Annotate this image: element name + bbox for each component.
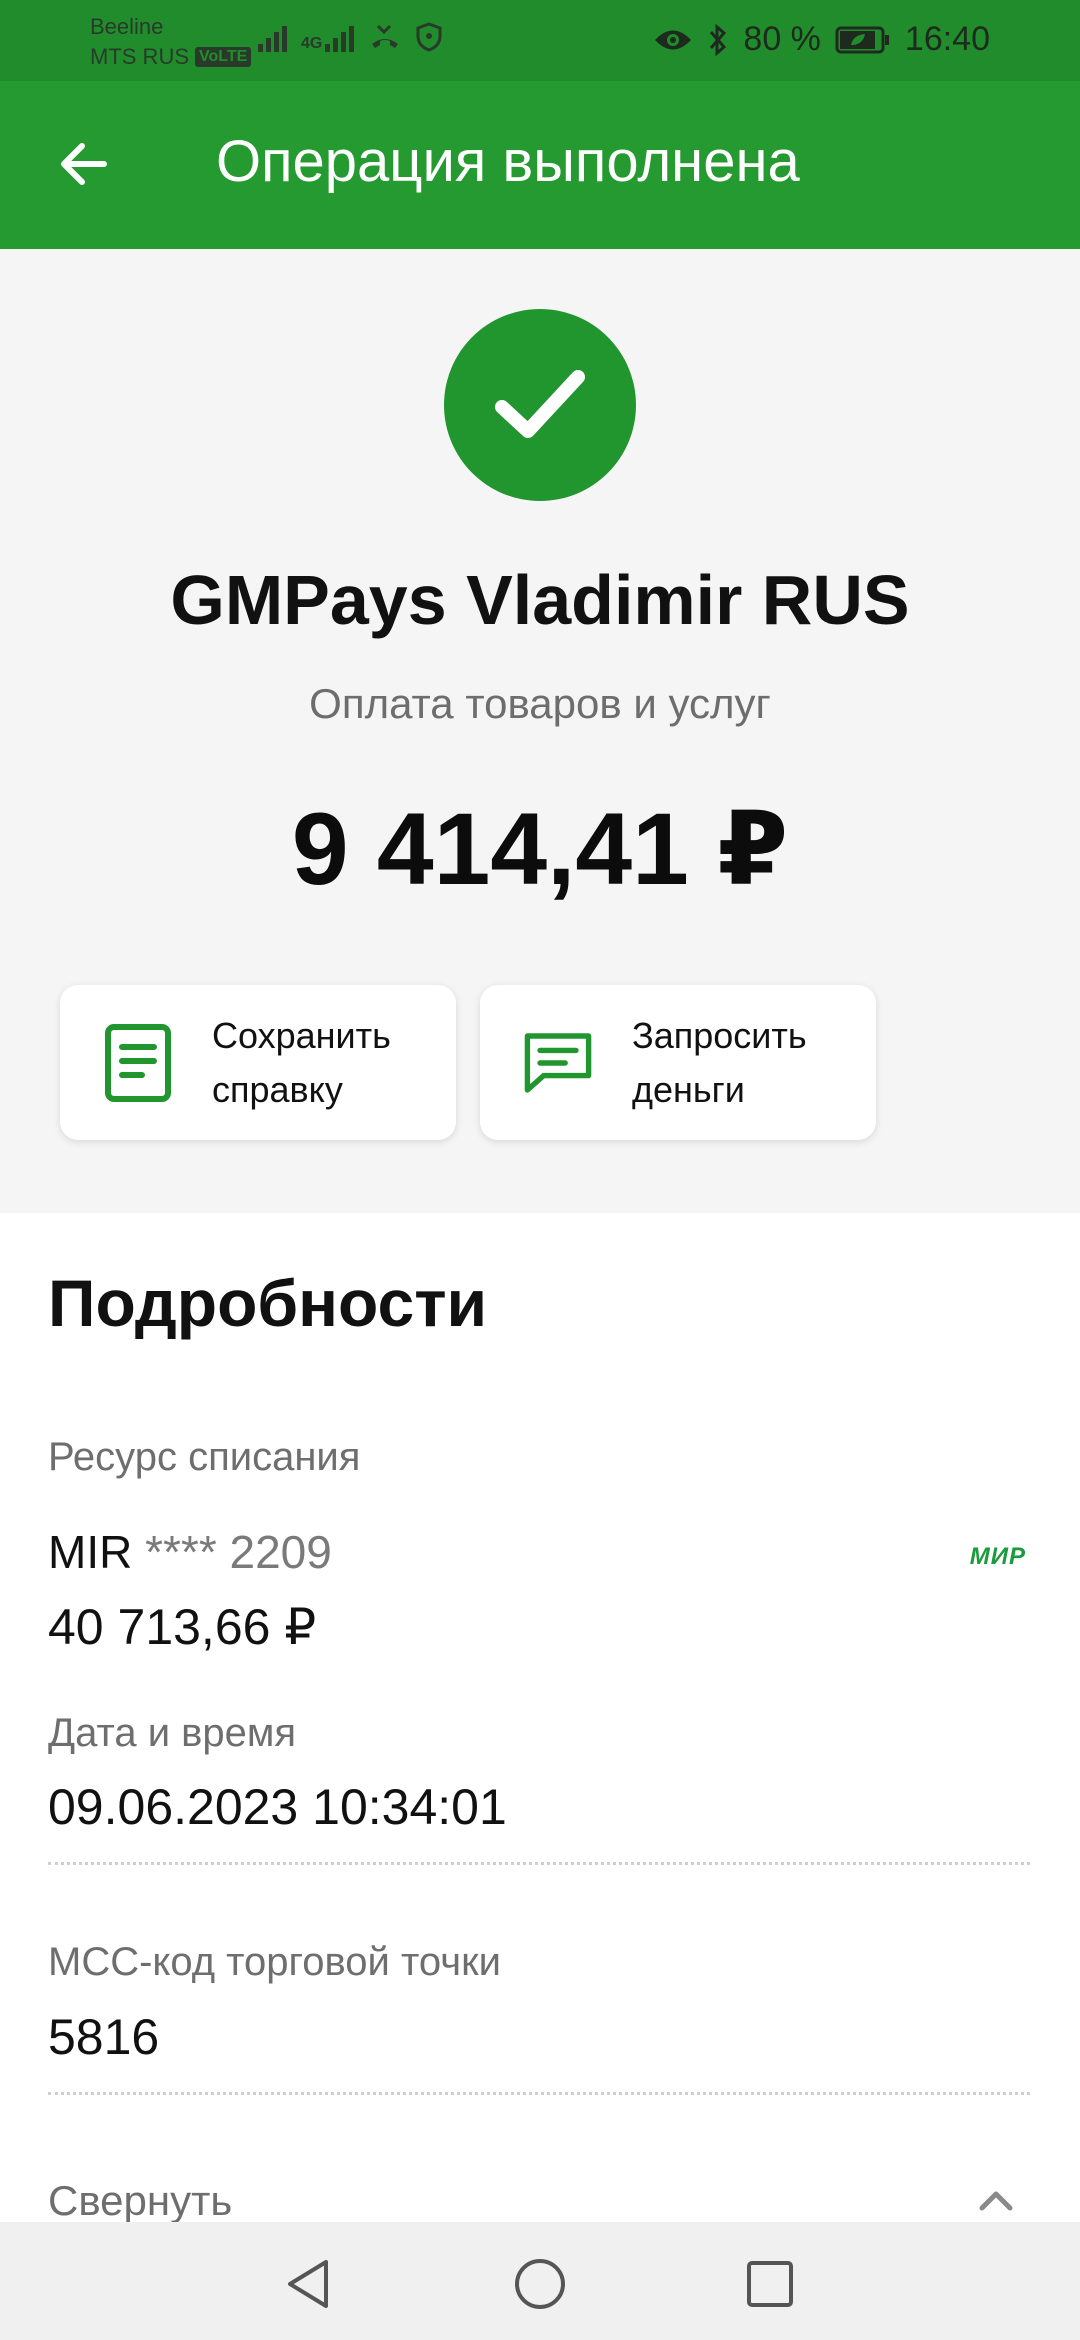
- card-mask: **** 2209: [145, 1526, 332, 1578]
- status-bar: Beeline MTS RUS VoLTE 4G 80 % 16:40: [0, 0, 1080, 81]
- bluetooth-icon: [710, 23, 727, 56]
- mcc-value: 5816: [48, 2009, 160, 2065]
- request-money-label: Запросить деньги: [632, 1014, 807, 1110]
- card-balance: 40 713,66 ₽: [48, 1599, 317, 1655]
- nav-recents-icon[interactable]: [742, 2256, 798, 2312]
- battery-percent: 80 %: [743, 20, 821, 58]
- signal-icon-2: [325, 22, 355, 52]
- message-icon: [524, 1032, 592, 1093]
- divider: [48, 1862, 1030, 1865]
- nav-home-icon[interactable]: [512, 2256, 568, 2312]
- save-receipt-button[interactable]: Сохранить справку: [60, 985, 456, 1140]
- page-title: Операция выполнена: [216, 129, 800, 194]
- missed-call-icon: [372, 24, 399, 48]
- arrow-left-icon[interactable]: [54, 134, 114, 194]
- card-brand: MIR: [48, 1526, 133, 1578]
- card-info[interactable]: MIR **** 2209: [48, 1525, 332, 1579]
- payment-amount: 9 414,41 ₽: [291, 792, 789, 906]
- battery-saver-icon: [835, 26, 889, 53]
- chevron-up-icon[interactable]: [978, 2188, 1014, 2212]
- document-icon: [105, 1023, 171, 1102]
- carriers: Beeline MTS RUS VoLTE: [90, 12, 252, 72]
- system-nav-bar: [0, 2222, 1080, 2340]
- mir-logo: МИР: [969, 1543, 1026, 1570]
- shield-icon: [416, 22, 442, 52]
- details-title: Подробности: [48, 1266, 488, 1340]
- eye-icon: [655, 30, 692, 49]
- datetime-value: 09.06.2023 10:34:01: [48, 1779, 507, 1835]
- carrier-2: MTS RUS: [90, 44, 189, 69]
- divider: [48, 2092, 1030, 2095]
- app-bar: Операция выполнена: [0, 81, 1080, 249]
- source-label: Ресурс списания: [48, 1435, 361, 1479]
- carrier-1: Beeline: [90, 14, 164, 39]
- merchant-name: GMPays Vladimir RUS: [170, 561, 910, 639]
- signal-icon: [258, 22, 287, 52]
- datetime-label: Дата и время: [48, 1711, 297, 1755]
- collapse-button[interactable]: Свернуть: [48, 2177, 232, 2225]
- clock: 16:40: [904, 20, 990, 58]
- mcc-label: MCC-код торговой точки: [48, 1940, 501, 1984]
- network-type: 4G: [301, 35, 323, 52]
- status-icons-left: 4G: [258, 22, 442, 52]
- save-receipt-label: Сохранить справку: [212, 1014, 391, 1110]
- status-icons-right: 80 % 16:40: [653, 20, 990, 59]
- operation-type: Оплата товаров и услуг: [309, 680, 771, 727]
- details-section: Подробности Ресурс списания MIR **** 220…: [0, 1213, 1080, 2225]
- success-check-icon: [444, 309, 636, 501]
- volte-badge: VoLTE: [195, 47, 252, 67]
- request-money-button[interactable]: Запросить деньги: [480, 985, 876, 1140]
- nav-back-icon[interactable]: [280, 2256, 336, 2312]
